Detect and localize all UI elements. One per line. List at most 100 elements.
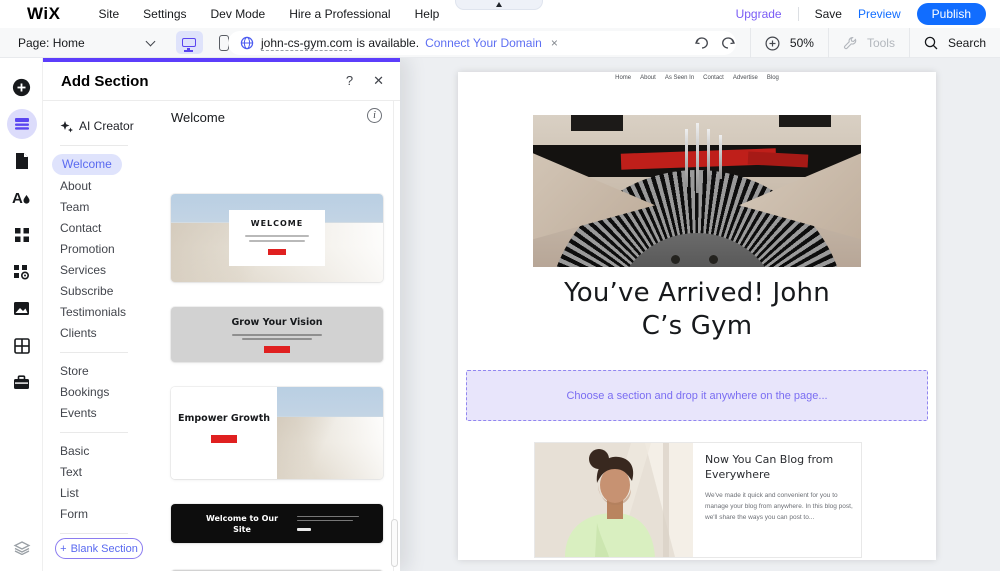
category-clients[interactable]: Clients bbox=[43, 323, 153, 344]
section-thumb-grow-your-vision[interactable]: Grow Your Vision bbox=[171, 307, 383, 362]
menubar: WiX Site Settings Dev Mode Hire a Profes… bbox=[0, 0, 1000, 28]
domain-name: john-cs-gym.com bbox=[261, 35, 353, 51]
site-page[interactable]: Home About As Seen In Contact Advertise … bbox=[458, 72, 936, 560]
site-nav-contact[interactable]: Contact bbox=[703, 75, 724, 81]
thumb-cta-button bbox=[268, 249, 286, 255]
section-dropzone[interactable]: Choose a section and drop it anywhere on… bbox=[466, 370, 928, 421]
category-basic[interactable]: Basic bbox=[43, 441, 153, 462]
category-list[interactable]: List bbox=[43, 483, 153, 504]
undo-icon[interactable] bbox=[694, 36, 710, 50]
typewriter-part bbox=[696, 123, 699, 193]
main-menu: Site Settings Dev Mode Hire a Profession… bbox=[98, 7, 439, 21]
dismiss-domain-icon[interactable]: × bbox=[551, 36, 558, 50]
hero-typewriter-image[interactable] bbox=[533, 115, 861, 267]
search-button[interactable]: Search bbox=[910, 36, 1000, 50]
desktop-view-button[interactable] bbox=[175, 31, 203, 54]
app-widgets-button[interactable] bbox=[0, 264, 43, 280]
pages-menu-button[interactable] bbox=[0, 152, 43, 170]
thumb-heading: WELCOME bbox=[250, 219, 304, 228]
category-team[interactable]: Team bbox=[43, 197, 153, 218]
site-nav-as-seen-in[interactable]: As Seen In bbox=[665, 75, 694, 81]
menu-hire-a-professional[interactable]: Hire a Professional bbox=[289, 7, 390, 21]
page-selector[interactable]: Page: Home bbox=[18, 35, 156, 50]
blank-section-button[interactable]: + Blank Section bbox=[55, 538, 143, 559]
page-selector-label: Page: Home bbox=[18, 35, 85, 50]
divider bbox=[797, 7, 799, 21]
domain-bar[interactable]: john-cs-gym.com is available. Connect Yo… bbox=[228, 31, 736, 55]
category-text[interactable]: Text bbox=[43, 462, 153, 483]
add-elements-button[interactable] bbox=[0, 78, 43, 97]
layers-icon bbox=[13, 541, 30, 555]
thumb-text-line bbox=[232, 334, 322, 336]
plus-circle-icon bbox=[12, 78, 31, 97]
section-thumb-welcome-card[interactable]: WELCOME bbox=[171, 194, 383, 282]
site-nav-blog[interactable]: Blog bbox=[767, 75, 779, 81]
category-store[interactable]: Store bbox=[43, 361, 153, 382]
divider bbox=[60, 145, 128, 146]
category-bookings[interactable]: Bookings bbox=[43, 382, 153, 403]
category-services[interactable]: Services bbox=[43, 260, 153, 281]
category-welcome[interactable]: Welcome bbox=[52, 154, 153, 175]
info-icon[interactable]: i bbox=[367, 108, 382, 123]
typewriter-part bbox=[571, 115, 623, 131]
section-thumb-empower-growth[interactable]: Empower Growth bbox=[171, 387, 383, 479]
scrollbar-thumb[interactable] bbox=[391, 519, 398, 567]
canvas-top-handle[interactable] bbox=[455, 0, 543, 10]
section-thumb-welcome-black[interactable]: Welcome to Our Site bbox=[171, 504, 383, 543]
sections-icon bbox=[14, 118, 29, 130]
thumb-text-line bbox=[297, 520, 353, 522]
editor-toolbar: Page: Home john-cs-gym.com is available.… bbox=[0, 28, 1000, 58]
hero-heading[interactable]: You’ve Arrived! John C’s Gym bbox=[547, 277, 847, 342]
wix-editor: WiX Site Settings Dev Mode Hire a Profes… bbox=[0, 0, 1000, 571]
divider bbox=[60, 533, 128, 534]
thumb-text-line bbox=[245, 235, 309, 237]
blog-text: Now You Can Blog from Everywhere We've m… bbox=[705, 453, 853, 524]
cursor-icon bbox=[496, 2, 502, 7]
zoom-control[interactable]: 50% bbox=[751, 35, 828, 51]
category-about[interactable]: About bbox=[43, 176, 153, 197]
menu-site[interactable]: Site bbox=[98, 7, 119, 21]
connect-domain-link[interactable]: Connect Your Domain bbox=[425, 36, 542, 50]
business-tools-button[interactable] bbox=[0, 375, 43, 390]
menu-dev-mode[interactable]: Dev Mode bbox=[211, 7, 266, 21]
panel-title: Add Section bbox=[61, 72, 149, 90]
category-list: AI Creator Welcome About Team Contact Pr… bbox=[43, 101, 153, 571]
save-button[interactable]: Save bbox=[815, 7, 842, 21]
category-events[interactable]: Events bbox=[43, 403, 153, 424]
thumb-heading: Grow Your Vision bbox=[231, 317, 323, 328]
thumb-heading: Welcome to Our Site bbox=[205, 514, 279, 535]
search-icon bbox=[924, 36, 938, 50]
site-nav-about[interactable]: About bbox=[640, 75, 656, 81]
menu-help[interactable]: Help bbox=[415, 7, 440, 21]
ai-creator-button[interactable]: AI Creator bbox=[43, 115, 153, 137]
category-subscribe[interactable]: Subscribe bbox=[43, 281, 153, 302]
dropzone-text: Choose a section and drop it anywhere on… bbox=[566, 389, 828, 402]
add-section-button[interactable] bbox=[0, 109, 43, 139]
image-icon bbox=[14, 302, 29, 315]
scrollbar-track bbox=[393, 101, 394, 571]
upgrade-button[interactable]: Upgrade bbox=[736, 7, 782, 21]
category-testimonials[interactable]: Testimonials bbox=[43, 302, 153, 323]
typewriter-part bbox=[685, 129, 688, 187]
site-design-button[interactable]: A bbox=[0, 189, 43, 206]
site-nav-advertise[interactable]: Advertise bbox=[733, 75, 758, 81]
menu-settings[interactable]: Settings bbox=[143, 7, 186, 21]
cms-button[interactable] bbox=[0, 338, 43, 354]
publish-button[interactable]: Publish bbox=[916, 3, 986, 25]
zoom-plus-icon bbox=[765, 35, 780, 51]
close-icon[interactable]: ✕ bbox=[373, 73, 384, 89]
media-button[interactable] bbox=[0, 301, 43, 316]
category-form[interactable]: Form bbox=[43, 504, 153, 525]
layers-button[interactable] bbox=[0, 541, 43, 555]
category-promotion[interactable]: Promotion bbox=[43, 239, 153, 260]
site-nav-home[interactable]: Home bbox=[615, 75, 631, 81]
blog-excerpt: We've made it quick and convenient for y… bbox=[705, 491, 853, 522]
redo-icon[interactable] bbox=[720, 36, 736, 50]
preview-button[interactable]: Preview bbox=[858, 7, 901, 21]
blog-post-card[interactable]: Now You Can Blog from Everywhere We've m… bbox=[535, 443, 861, 557]
tools-button[interactable]: Tools bbox=[829, 36, 909, 50]
help-icon[interactable]: ? bbox=[346, 73, 353, 89]
apps-grid-icon bbox=[14, 228, 29, 242]
add-apps-button[interactable] bbox=[0, 227, 43, 243]
category-contact[interactable]: Contact bbox=[43, 218, 153, 239]
